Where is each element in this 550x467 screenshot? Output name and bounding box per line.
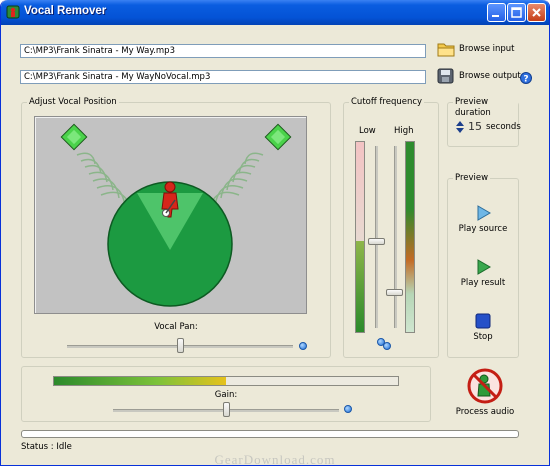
low-label: Low: [359, 126, 376, 136]
gain-reset-icon[interactable]: [344, 405, 352, 413]
minimize-icon: [492, 15, 499, 17]
stop-button[interactable]: Stop: [448, 313, 518, 342]
duration-unit: seconds: [486, 122, 521, 132]
vocal-position-stage[interactable]: [34, 116, 307, 314]
minimize-button[interactable]: [487, 3, 506, 22]
vocal-pan-label: Vocal Pan:: [154, 322, 198, 332]
window-title: Vocal Remover: [24, 5, 107, 17]
gain-level-meter: [53, 376, 399, 386]
play-source-label: Play source: [458, 224, 508, 234]
stop-label: Stop: [473, 332, 493, 342]
help-icon[interactable]: ?: [520, 72, 532, 84]
high-label: High: [394, 126, 414, 136]
app-icon: [6, 5, 20, 19]
high-level-meter: [405, 141, 415, 333]
gain-slider[interactable]: [223, 402, 230, 417]
duration-value[interactable]: 15: [468, 120, 482, 133]
play-result-button[interactable]: Play result: [448, 259, 518, 288]
save-icon: [437, 68, 454, 84]
duration-spin-icon[interactable]: [456, 121, 464, 133]
play-result-label: Play result: [460, 278, 506, 288]
progress-bar: [21, 430, 519, 438]
play-icon: [477, 259, 491, 275]
high-cutoff-track[interactable]: [394, 146, 397, 328]
output-file-field[interactable]: C:\MP3\Frank Sinatra - My WayNoVocal.mp3: [20, 70, 426, 84]
input-file-field[interactable]: C:\MP3\Frank Sinatra - My Way.mp3: [20, 44, 426, 58]
stage-graphic: [35, 117, 306, 313]
title-bar[interactable]: Vocal Remover: [1, 0, 549, 25]
preview-duration-label: Preview duration: [453, 97, 518, 119]
preview-label: Preview: [453, 173, 491, 184]
play-source-button[interactable]: Play source: [448, 205, 518, 234]
no-vocal-icon: [467, 368, 503, 404]
gain-level-fill: [54, 377, 226, 385]
close-icon: [532, 8, 541, 17]
cutoff-label: Cutoff frequency: [349, 97, 425, 108]
browse-output-label: Browse output: [459, 71, 521, 81]
browse-input-label: Browse input: [459, 44, 515, 54]
stop-icon: [475, 313, 491, 329]
browse-output-button[interactable]: Browse output: [437, 68, 521, 84]
browse-input-button[interactable]: Browse input: [437, 41, 515, 57]
vocal-pan-slider[interactable]: [177, 338, 184, 353]
vocal-position-label: Adjust Vocal Position: [27, 97, 119, 108]
process-audio-label: Process audio: [455, 407, 515, 417]
low-cutoff-slider[interactable]: [368, 237, 385, 245]
maximize-icon: [511, 7, 522, 18]
process-audio-button[interactable]: Process audio: [447, 368, 523, 417]
gain-label: Gain:: [214, 390, 238, 400]
cutoff-reset-high-icon[interactable]: [383, 342, 391, 350]
high-cutoff-slider[interactable]: [386, 288, 403, 296]
svg-text:?: ?: [523, 75, 528, 85]
folder-icon: [437, 43, 455, 57]
status-text: Status : Idle: [21, 442, 72, 452]
watermark: GearDownload.com: [214, 452, 336, 466]
low-level-meter: [355, 141, 365, 333]
close-button[interactable]: [527, 3, 546, 22]
maximize-button[interactable]: [507, 3, 526, 22]
vocal-pan-reset-icon[interactable]: [299, 342, 307, 350]
app-window: Vocal Remover C:\MP3\Frank Sinatra - My …: [0, 0, 550, 466]
play-icon: [477, 205, 491, 221]
